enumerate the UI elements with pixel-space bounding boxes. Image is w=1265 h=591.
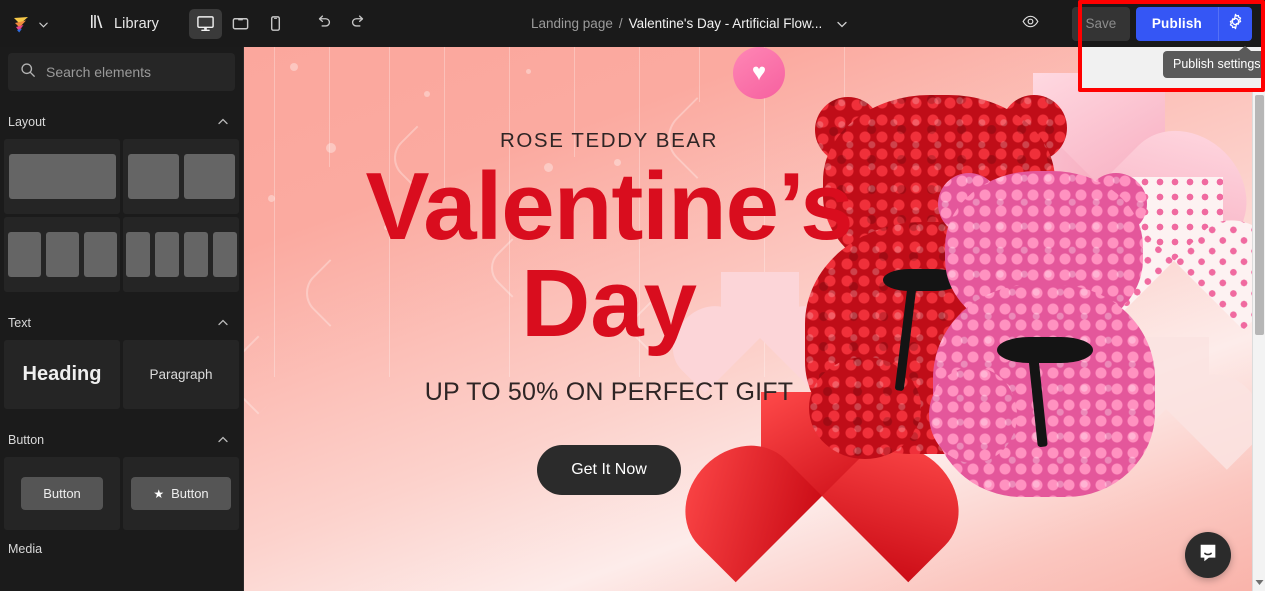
publish-settings-button[interactable] <box>1218 6 1252 41</box>
pink-teddy-bear-bow <box>997 337 1093 363</box>
layout-preview-block <box>183 232 208 277</box>
library-icon <box>90 14 106 33</box>
hero-text-block: ROSE TEDDY BEAR Valentine’s Day UP TO 50… <box>244 47 974 495</box>
button-preview: Button <box>21 477 103 510</box>
redo-button[interactable] <box>344 10 372 38</box>
hero-headline-line1[interactable]: Valentine’s <box>244 158 974 254</box>
search-elements-box[interactable] <box>8 53 235 91</box>
eye-icon <box>1021 12 1040 36</box>
layout-preview-block <box>127 154 179 199</box>
preview-button[interactable] <box>1014 9 1048 39</box>
layout-preview-block <box>154 232 179 277</box>
canvas-scrollbar[interactable] <box>1252 47 1265 591</box>
button-preview: ★ Button <box>131 477 231 510</box>
editor-window: Library Landing page / Valentine's Day -… <box>0 0 1265 591</box>
layout-preview-block <box>83 232 117 277</box>
button-with-icon-label: Button <box>171 486 209 501</box>
star-icon: ★ <box>153 486 165 501</box>
device-mobile-button[interactable] <box>259 9 292 39</box>
chevron-up-icon <box>217 434 229 446</box>
undo-icon <box>315 12 333 35</box>
layout-two-columns-tile[interactable] <box>123 139 239 214</box>
chevron-up-icon <box>217 317 229 329</box>
chevron-down-icon <box>38 19 48 29</box>
redo-icon <box>349 12 367 35</box>
gear-icon <box>1227 13 1244 35</box>
layout-four-columns-tile[interactable] <box>123 217 239 292</box>
chevron-up-icon <box>217 116 229 128</box>
text-heading-tile[interactable]: Heading <box>4 340 120 409</box>
sidebar-section-layout-title: Layout <box>8 115 46 129</box>
hero-subheadline[interactable]: UP TO 50% ON PERFECT GIFT <box>244 378 974 407</box>
page-canvas[interactable]: ♥ ROSE TEDDY BEAR Valentine’s Day UP TO … <box>244 47 1253 591</box>
device-switcher <box>189 8 292 39</box>
device-tablet-button[interactable] <box>224 9 257 39</box>
sidebar-section-button-title: Button <box>8 433 45 447</box>
layout-tiles <box>0 139 243 292</box>
sidebar-section-text-title: Text <box>8 316 31 330</box>
library-button[interactable]: Library <box>84 9 165 39</box>
layout-preview-block <box>8 154 116 199</box>
text-paragraph-label: Paragraph <box>149 367 213 382</box>
scrollbar-down-arrow[interactable] <box>1253 575 1265 589</box>
layout-three-columns-tile[interactable] <box>4 217 120 292</box>
search-icon <box>20 62 36 83</box>
save-button[interactable]: Save <box>1071 6 1130 41</box>
scrollbar-thumb[interactable] <box>1255 95 1264 335</box>
desktop-icon <box>196 14 215 33</box>
button-tiles: Button ★ Button <box>0 457 243 530</box>
top-right-actions: Save Publish <box>1014 0 1265 47</box>
app-logo-icon <box>11 14 31 34</box>
hero-kicker[interactable]: ROSE TEDDY BEAR <box>244 129 974 153</box>
app-logo-menu[interactable] <box>0 14 48 34</box>
sidebar-section-media-title[interactable]: Media <box>0 542 243 556</box>
layout-preview-block <box>7 232 41 277</box>
publish-button[interactable]: Publish <box>1136 7 1218 41</box>
elements-sidebar: Layout <box>0 47 244 591</box>
chat-bubble-icon <box>1197 542 1219 569</box>
button-plain-tile[interactable]: Button <box>4 457 120 530</box>
library-label: Library <box>114 15 160 32</box>
breadcrumb-current-page[interactable]: Valentine's Day - Artificial Flow... <box>629 16 823 31</box>
button-with-icon-tile[interactable]: ★ Button <box>123 457 239 530</box>
sidebar-section-layout-header[interactable]: Layout <box>0 105 243 139</box>
publish-button-group: Publish <box>1135 6 1252 41</box>
history-controls <box>310 10 372 38</box>
sidebar-section-button-header[interactable]: Button <box>0 423 243 457</box>
layout-preview-block <box>183 154 235 199</box>
search-input[interactable] <box>46 64 223 80</box>
device-desktop-button[interactable] <box>189 8 223 39</box>
get-it-now-button[interactable]: Get It Now <box>537 444 681 495</box>
tablet-icon <box>231 14 250 33</box>
undo-button[interactable] <box>310 10 338 38</box>
layout-one-column-tile[interactable] <box>4 139 120 214</box>
intercom-chat-button[interactable] <box>1185 532 1231 578</box>
top-toolbar: Library Landing page / Valentine's Day -… <box>0 0 1265 47</box>
breadcrumb-separator: / <box>618 16 623 31</box>
layout-preview-block <box>125 232 150 277</box>
hero-headline-line2[interactable]: Day <box>244 252 974 356</box>
mobile-icon <box>266 14 285 33</box>
layout-preview-block <box>212 232 237 277</box>
button-plain-label: Button <box>43 486 81 501</box>
publish-settings-tooltip: Publish settings <box>1163 46 1265 78</box>
breadcrumb-root[interactable]: Landing page <box>531 16 613 31</box>
sidebar-section-text-header[interactable]: Text <box>0 306 243 340</box>
breadcrumb: Landing page / Valentine's Day - Artific… <box>531 0 848 47</box>
text-heading-label: Heading <box>22 363 102 385</box>
text-tiles: Heading Paragraph <box>0 340 243 409</box>
layout-preview-block <box>45 232 79 277</box>
text-paragraph-tile[interactable]: Paragraph <box>123 340 239 409</box>
breadcrumb-chevron-down-icon[interactable] <box>836 18 848 30</box>
